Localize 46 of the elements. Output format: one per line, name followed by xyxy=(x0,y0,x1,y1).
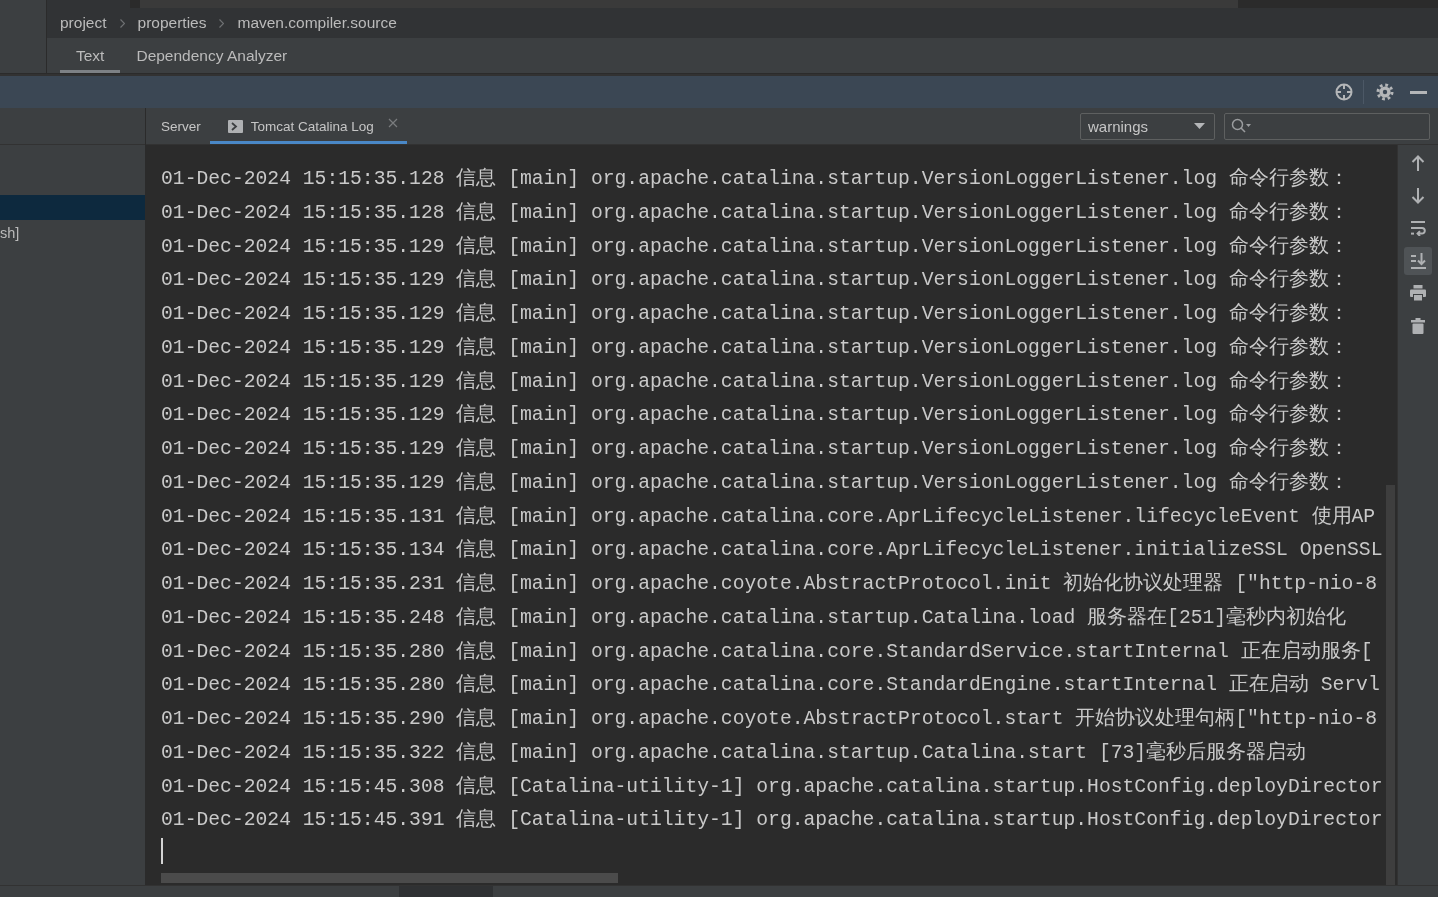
breadcrumb-item[interactable]: project xyxy=(60,14,107,32)
printer-icon xyxy=(1410,285,1426,301)
scroll-end-icon xyxy=(1410,252,1426,269)
console-icon xyxy=(227,120,243,133)
log-line: 01-Dec-2024 15:15:35.129 信息 [main] org.apache.catalina.startup.VersionLoggerListener.log 命令行参数： xyxy=(161,402,1349,429)
log-line: 01-Dec-2024 15:15:35.322 信息 [main] org.apache.catalina.startup.Catalina.start [73]毫秒后服务器启动 xyxy=(161,740,1307,766)
down-arrow-icon xyxy=(1411,187,1425,204)
close-icon[interactable] xyxy=(387,117,398,128)
minus-icon xyxy=(1409,90,1427,94)
search-icon xyxy=(1231,118,1251,134)
log-line: 01-Dec-2024 15:15:35.129 信息 [main] org.apache.catalina.startup.VersionLoggerListener.log 命令行参数： xyxy=(161,436,1349,462)
log-line: 01-Dec-2024 15:15:35.131 信息 [main] org.apache.catalina.core.AprLifecycleListener.lifecycleEvent 使用AP xyxy=(161,504,1376,530)
up-arrow-icon xyxy=(1411,155,1425,171)
log-line: 01-Dec-2024 15:15:35.290 信息 [main] org.apache.coyote.AbstractProtocol.start 开始协议处理句柄["http-nio-8 xyxy=(161,706,1378,732)
log-line: 01-Dec-2024 15:15:45.308 信息 [Catalina-utility-1] org.apache.catalina.startup.HostConfig.deployDirector xyxy=(161,774,1383,800)
log-line: 01-Dec-2024 15:15:35.129 信息 [main] org.apache.catalina.startup.VersionLoggerListener.log 命令行参数： xyxy=(161,369,1349,395)
log-line: 01-Dec-2024 15:15:35.134 信息 [main] org.apache.catalina.core.AprLifecycleListener.initializeSSL OpenSSL xyxy=(161,537,1383,564)
trash-icon xyxy=(1411,317,1425,334)
chevron-icon xyxy=(119,18,125,28)
wrap-icon xyxy=(1410,220,1426,236)
log-line: 01-Dec-2024 15:15:35.280 信息 [main] org.apache.catalina.core.StandardService.startInternal 正在启动服务[ xyxy=(161,639,1373,665)
chevron-icon xyxy=(219,18,225,28)
log-line: 01-Dec-2024 15:15:35.128 信息 [main] org.apache.catalina.startup.VersionLoggerListener.log 命令行参数： xyxy=(161,200,1349,226)
crosshair-icon xyxy=(1335,83,1353,101)
log-line: 01-Dec-2024 15:15:35.128 信息 [main] org.apache.catalina.startup.VersionLoggerListener.log 命令行参数： xyxy=(161,166,1349,192)
breadcrumb-item[interactable]: properties xyxy=(137,14,207,32)
scroll-to-end-button[interactable] xyxy=(1404,246,1432,275)
console-tab[interactable]: Server xyxy=(146,108,210,144)
log-line: 01-Dec-2024 15:15:35.129 信息 [main] org.apache.catalina.startup.VersionLoggerListener.log 命令行参数： xyxy=(161,335,1349,361)
search-field[interactable] xyxy=(1224,112,1430,140)
log-line: 01-Dec-2024 15:15:35.129 信息 [main] org.apache.catalina.startup.VersionLoggerListener.log 命令行参数： xyxy=(161,301,1349,327)
log-line: 01-Dec-2024 15:15:45.391 信息 [Catalina-utility-1] org.apache.catalina.startup.HostConfig.deployDirector xyxy=(161,807,1383,834)
log-line: 01-Dec-2024 15:15:35.231 信息 [main] org.apache.coyote.AbstractProtocol.init 初始化协议处理器 ["http-nio-8 xyxy=(161,571,1378,597)
caret-icon xyxy=(1194,123,1205,129)
log-line: 01-Dec-2024 15:15:35.129 信息 [main] org.apache.catalina.startup.VersionLoggerListener.log 命令行参数： xyxy=(161,267,1349,294)
editor-tab[interactable]: Dependency Analyzer xyxy=(120,38,304,73)
log-line: 01-Dec-2024 15:15:35.248 信息 [main] org.apache.catalina.startup.Catalina.load 服务器在[251]毫秒内初始化 xyxy=(161,605,1347,631)
log-line: 01-Dec-2024 15:15:35.129 信息 [main] org.apache.catalina.startup.VersionLoggerListener.log 命令行参数： xyxy=(161,470,1349,496)
horizontal-scrollbar[interactable] xyxy=(161,873,618,883)
breadcrumb-item[interactable]: maven.compiler.source xyxy=(237,14,397,32)
level-filter-dropdown[interactable]: warnings xyxy=(1080,112,1215,140)
log-line: 01-Dec-2024 15:15:35.280 信息 [main] org.apache.catalina.core.StandardEngine.startInternal 正在启动 Servl xyxy=(161,672,1380,699)
tree-row[interactable]: sh] xyxy=(0,220,145,245)
log-line: 01-Dec-2024 15:15:35.129 信息 [main] org.apache.catalina.startup.VersionLoggerListener.log 命令行参数： xyxy=(161,234,1349,260)
text-cursor xyxy=(161,838,163,864)
gear-icon xyxy=(1376,83,1394,101)
